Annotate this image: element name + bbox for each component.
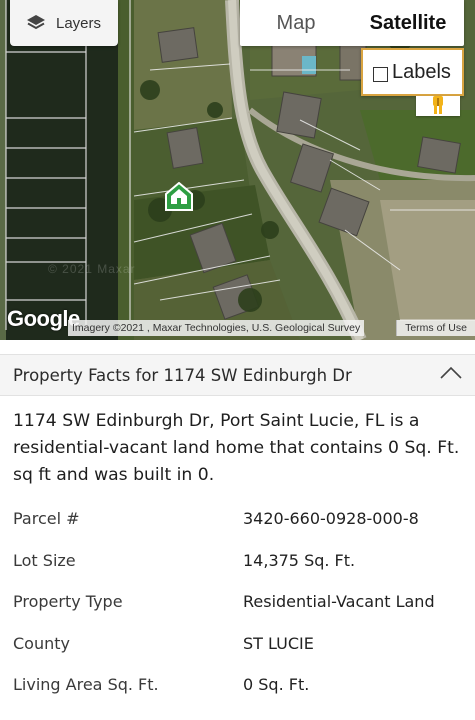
layers-button[interactable]: Layers (10, 0, 118, 46)
fact-value: ST LUCIE (243, 633, 314, 653)
fact-row-property-type: Property Type Residential-Vacant Land (0, 581, 475, 623)
satellite-map[interactable]: © 2021 Maxar Layers Map Satellite Labels… (0, 0, 475, 340)
imagery-watermark: © 2021 Maxar (48, 262, 136, 276)
terms-of-use-link[interactable]: Terms of Use (396, 320, 475, 336)
section-spacer (0, 340, 475, 354)
fact-value: 3420-660-0928-000-8 (243, 509, 419, 528)
map-attribution: Imagery ©2021 , Maxar Technologies, U.S.… (68, 320, 365, 336)
property-facts-header[interactable]: Property Facts for 1174 SW Edinburgh Dr (0, 354, 475, 396)
map-type-satellite-button[interactable]: Satellite (352, 0, 464, 46)
fact-value: 14,375 Sq. Ft. (243, 550, 356, 570)
fact-label: County (13, 633, 70, 653)
street-view-pegman-button[interactable] (416, 96, 460, 116)
fact-value: 0 Sq. Ft. (243, 675, 310, 695)
property-description: 1174 SW Edinburgh Dr, Port Saint Lucie, … (13, 411, 460, 485)
chevron-up-icon[interactable] (439, 365, 463, 381)
property-facts-list: Parcel # 3420-660-0928-000-8 Lot Size 14… (0, 498, 475, 706)
fact-row-parcel: Parcel # 3420-660-0928-000-8 (0, 498, 475, 540)
map-type-control: Map Satellite (240, 0, 464, 46)
fact-row-lot-size: Lot Size 14,375 Sq. Ft. (0, 540, 475, 582)
fact-row-county: County ST LUCIE (0, 623, 475, 665)
layers-icon (27, 15, 45, 30)
map-type-map-button[interactable]: Map (240, 0, 352, 46)
fact-label: Parcel # (13, 509, 80, 528)
labels-checkbox-label: Labels (392, 60, 451, 83)
fact-value: Residential-Vacant Land (243, 592, 435, 612)
fact-label: Lot Size (13, 550, 76, 570)
layers-label: Layers (56, 14, 102, 32)
fact-row-living-area: Living Area Sq. Ft. 0 Sq. Ft. (0, 664, 475, 706)
labels-toggle[interactable]: Labels (361, 48, 464, 96)
labels-checkbox[interactable] (373, 67, 388, 82)
property-facts-title: Property Facts for 1174 SW Edinburgh Dr (13, 365, 352, 385)
pegman-icon (433, 96, 443, 114)
fact-label: Living Area Sq. Ft. (13, 675, 159, 695)
property-marker-icon[interactable] (165, 182, 193, 212)
fact-label: Property Type (13, 592, 123, 612)
